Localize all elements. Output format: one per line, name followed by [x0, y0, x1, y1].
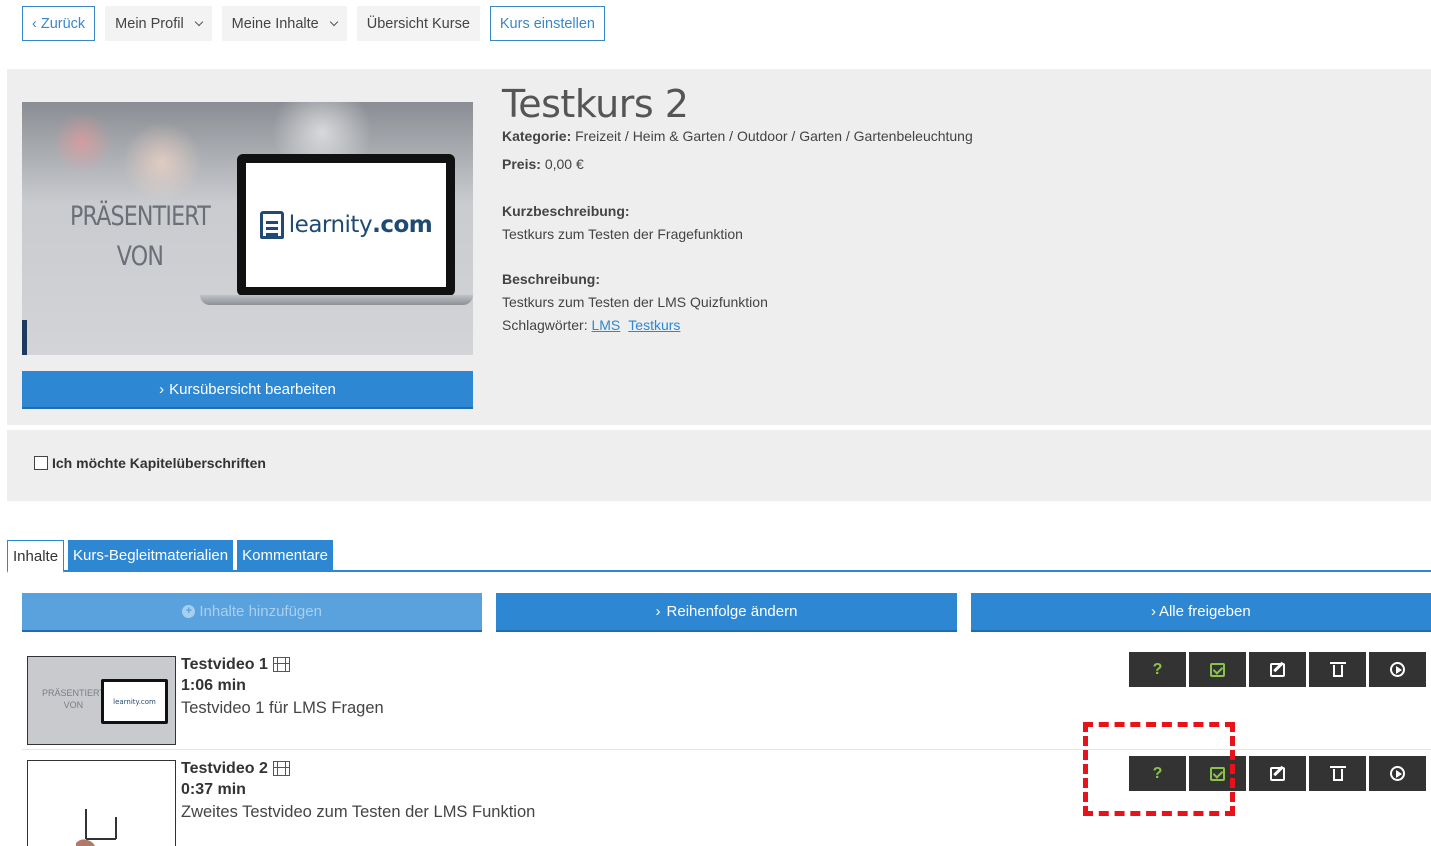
caption-line-1: PRÄSENTIERT [70, 201, 211, 232]
short-desc: Testkurs zum Testen der Fragefunktion [502, 226, 743, 242]
tab-inhalte[interactable]: Inhalte [7, 540, 65, 573]
category-line: Kategorie: Freizeit / Heim & Garten / Ou… [502, 125, 1402, 148]
questions-button[interactable]: ? [1129, 652, 1186, 687]
play-icon [1390, 766, 1405, 781]
caption-line-2: VON [116, 241, 164, 272]
checkbox-icon [1210, 662, 1225, 677]
chevron-right-icon: › [655, 603, 661, 620]
video-title: Testvideo 2 [181, 758, 535, 779]
tags-line: Schlagwörter: LMS Testkurs [502, 314, 1402, 337]
video-description: Testvideo 1 für LMS Fragen [181, 699, 384, 717]
video-thumbnail[interactable]: PRÄSENTIERT VON learnity.com [27, 656, 176, 745]
edit-overview-label: Kursübersicht bearbeiten [169, 380, 336, 398]
edit-button[interactable] [1249, 756, 1306, 791]
add-content-label: Inhalte hinzufügen [199, 603, 322, 620]
video-duration: 1:06 min [181, 677, 246, 694]
chevron-right-icon: › [159, 380, 165, 398]
book-icon [259, 211, 284, 239]
content-actions: + Inhalte hinzufügen › Reihenfolge ändern … [22, 593, 1431, 632]
trash-icon [1329, 662, 1346, 677]
tags-label: Schlagwörter: [502, 317, 588, 333]
laptop-screen: learnity .com [237, 154, 455, 296]
content-tabs: Inhalte Kurs-Begleitmaterialien Kommenta… [7, 540, 1431, 573]
question-icon: ? [1152, 660, 1163, 678]
play-button[interactable] [1369, 652, 1426, 687]
laptop-base [200, 295, 473, 305]
highlight-annotation [1083, 722, 1235, 816]
logo-suffix: .com [372, 212, 433, 238]
tab-kurs-begleitmaterialien[interactable]: Kurs-Begleitmaterialien [68, 540, 234, 571]
learnity-logo: learnity .com [259, 211, 433, 239]
price-value: 0,00 € [544, 156, 584, 172]
desc-label: Beschreibung: [502, 271, 601, 287]
play-button[interactable] [1369, 756, 1426, 791]
top-nav: ‹ Zurück Mein Profil Meine Inhalte Übers… [22, 6, 605, 41]
logo-text: learnity [288, 212, 373, 238]
video-title-text: Testvideo 2 [181, 760, 268, 777]
chevron-down-icon [194, 17, 203, 26]
my-content-dropdown[interactable]: Meine Inhalte [221, 6, 347, 41]
my-profile-dropdown[interactable]: Mein Profil [105, 6, 212, 41]
course-image: PRÄSENTIERT VON learnity .com [22, 102, 473, 355]
image-accent-bar [22, 320, 27, 355]
hand-drawing-icon [76, 809, 117, 846]
my-content-label: Meine Inhalte [231, 15, 319, 32]
plus-circle-icon: + [182, 605, 196, 618]
course-header-panel: PRÄSENTIERT VON learnity .com › Kursübersi… [7, 69, 1431, 425]
course-image-caption: PRÄSENTIERT VON [70, 197, 211, 277]
release-all-button[interactable]: › Alle freigeben [970, 593, 1431, 632]
back-button[interactable]: ‹ Zurück [22, 6, 96, 41]
release-all-label: Alle freigeben [1158, 603, 1251, 620]
course-title: Testkurs 2 [502, 82, 689, 126]
film-icon [272, 761, 290, 776]
tag-link[interactable]: LMS [591, 317, 620, 333]
category-label: Kategorie: [502, 128, 572, 144]
my-profile-label: Mein Profil [115, 15, 184, 32]
edit-icon [1270, 662, 1285, 677]
film-icon [272, 657, 290, 672]
chevron-right-icon: › [1150, 603, 1156, 620]
thumb-caption-line-2: VON [63, 700, 84, 710]
chapter-headings-label: Ich möchte Kapitelüberschriften [52, 455, 266, 471]
chevron-down-icon [329, 17, 338, 26]
add-content-button[interactable]: + Inhalte hinzufügen [22, 593, 483, 632]
video-duration: 0:37 min [181, 781, 246, 798]
video-description: Zweites Testvideo zum Testen der LMS Fun… [181, 803, 536, 821]
video-title: Testvideo 1 [181, 654, 384, 675]
reorder-button[interactable]: › Reihenfolge ändern [496, 593, 957, 632]
video-title-text: Testvideo 1 [181, 656, 268, 673]
chapter-headings-checkbox[interactable] [34, 456, 48, 470]
price-line: Preis: 0,00 € [502, 153, 1402, 176]
trash-icon [1329, 766, 1346, 781]
edit-course-overview-button[interactable]: › Kursübersicht bearbeiten [22, 371, 473, 409]
chapter-options-panel: Ich möchte Kapitelüberschriften [7, 430, 1431, 501]
thumbnail-logo: learnity.com [101, 679, 168, 724]
price-label: Preis: [502, 156, 541, 172]
courses-overview-button[interactable]: Übersicht Kurse [356, 6, 480, 41]
thumbnail-caption: PRÄSENTIERT VON [42, 687, 105, 711]
delete-button[interactable] [1309, 756, 1366, 791]
video-info: Testvideo 1 1:06 min Testvideo 1 für LMS… [181, 654, 384, 720]
tab-kommentare[interactable]: Kommentare [237, 540, 333, 571]
publish-course-button[interactable]: Kurs einstellen [489, 6, 605, 41]
short-desc-label: Kurzbeschreibung: [502, 203, 630, 219]
edit-button[interactable] [1249, 652, 1306, 687]
approve-button[interactable] [1189, 652, 1246, 687]
tag-link[interactable]: Testkurs [628, 317, 680, 333]
thumb-caption-line-1: PRÄSENTIERT [42, 688, 105, 698]
video-info: Testvideo 2 0:37 min Zweites Testvideo z… [181, 758, 535, 824]
video-thumbnail[interactable] [27, 760, 176, 846]
delete-button[interactable] [1309, 652, 1366, 687]
course-info: Testkurs 2 Kategorie: Freizeit / Heim & … [502, 83, 1402, 337]
reorder-label: Reihenfolge ändern [666, 603, 798, 620]
category-value: Freizeit / Heim & Garten / Outdoor / Gar… [575, 128, 973, 144]
chapter-headings-option[interactable]: Ich möchte Kapitelüberschriften [34, 455, 266, 471]
play-icon [1390, 662, 1405, 677]
desc: Testkurs zum Testen der LMS Quizfunktion [502, 294, 768, 310]
edit-icon [1270, 766, 1285, 781]
video-controls: ? [1129, 652, 1426, 687]
